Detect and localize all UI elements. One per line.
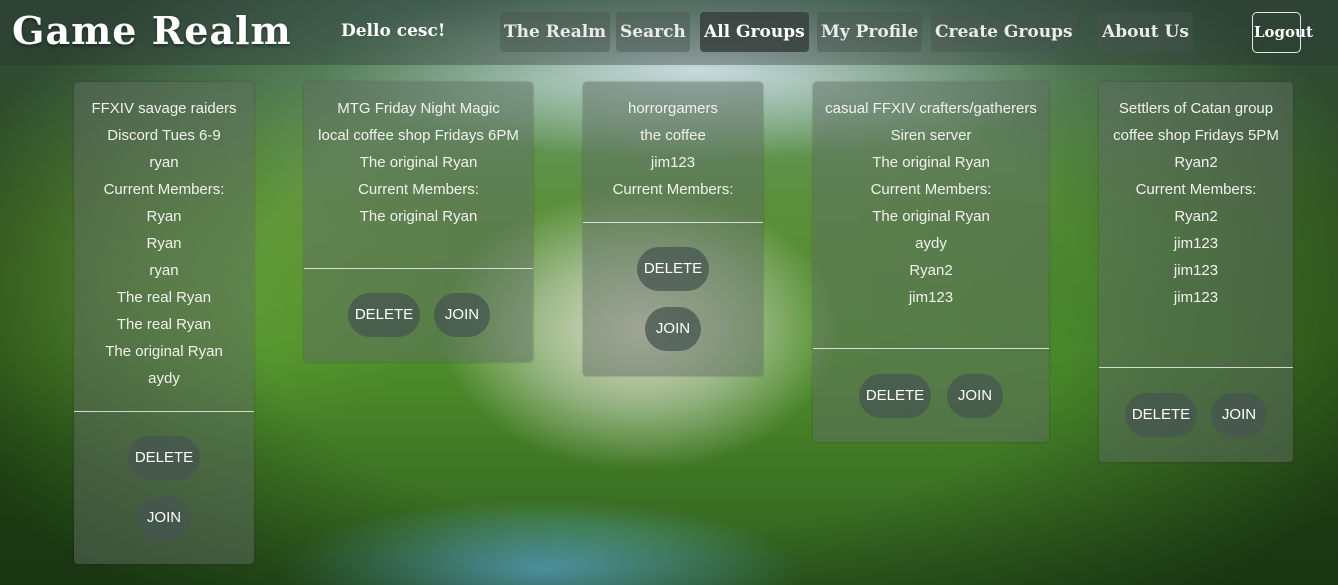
- group-owner: Ryan2: [1174, 154, 1218, 171]
- group-details: MTG Friday Night Magic local coffee shop…: [304, 82, 533, 268]
- nav-the-realm[interactable]: The Realm: [500, 12, 611, 52]
- member-name: aydy: [915, 235, 947, 252]
- group-owner: ryan: [149, 154, 179, 171]
- group-owner: jim123: [650, 154, 696, 171]
- join-button[interactable]: JOIN: [645, 307, 701, 351]
- nav-search[interactable]: Search: [616, 12, 690, 52]
- member-name: jim123: [1173, 235, 1219, 252]
- group-details: Settlers of Catan group coffee shop Frid…: [1099, 82, 1293, 367]
- group-location: the coffee: [640, 127, 706, 144]
- divider: [583, 222, 763, 223]
- group-card: FFXIV savage raiders Discord Tues 6-9 ry…: [74, 82, 254, 564]
- member-name: The real Ryan: [116, 289, 212, 306]
- join-button[interactable]: JOIN: [137, 496, 191, 540]
- group-location: coffee shop Fridays 5PM: [1113, 127, 1279, 144]
- delete-button[interactable]: DELETE: [637, 247, 709, 291]
- group-card: horrorgamers the coffee jim123 Current M…: [583, 82, 763, 376]
- group-owner: The original Ryan: [872, 154, 990, 171]
- member-name: The original Ryan: [872, 208, 990, 225]
- delete-button[interactable]: DELETE: [128, 436, 200, 480]
- group-name: Settlers of Catan group: [1118, 100, 1274, 117]
- join-button[interactable]: JOIN: [1211, 393, 1267, 437]
- members-heading: Current Members:: [1135, 181, 1257, 198]
- group-name: MTG Friday Night Magic: [337, 100, 500, 117]
- group-card: MTG Friday Night Magic local coffee shop…: [304, 82, 533, 362]
- group-location: Siren server: [890, 127, 972, 144]
- group-card: Settlers of Catan group coffee shop Frid…: [1099, 82, 1293, 462]
- divider: [813, 348, 1049, 349]
- members-heading: Current Members:: [870, 181, 992, 198]
- members-heading: Current Members:: [612, 181, 734, 198]
- delete-button[interactable]: DELETE: [348, 293, 420, 337]
- group-details: FFXIV savage raiders Discord Tues 6-9 ry…: [74, 82, 254, 411]
- member-name: Ryan: [146, 208, 182, 225]
- group-details: horrorgamers the coffee jim123 Current M…: [583, 82, 763, 222]
- member-name: aydy: [148, 370, 180, 387]
- member-name: The original Ryan: [105, 343, 223, 360]
- member-name: Ryan2: [909, 262, 953, 279]
- nav-all-groups[interactable]: All Groups: [700, 12, 809, 52]
- join-button[interactable]: JOIN: [947, 374, 1003, 418]
- member-name: Ryan2: [1174, 208, 1218, 225]
- member-name: The original Ryan: [359, 208, 478, 225]
- member-name: The real Ryan: [116, 316, 212, 333]
- member-name: jim123: [1173, 262, 1219, 279]
- group-location: Discord Tues 6-9: [107, 127, 221, 144]
- site-logo[interactable]: Game Realm: [12, 8, 292, 53]
- delete-button[interactable]: DELETE: [1125, 393, 1197, 437]
- join-button[interactable]: JOIN: [434, 293, 490, 337]
- nav-create-groups[interactable]: Create Groups: [931, 12, 1077, 52]
- nav-my-profile[interactable]: My Profile: [817, 12, 923, 52]
- user-greeting: Dello cesc!: [341, 21, 446, 41]
- divider: [304, 268, 533, 269]
- members-heading: Current Members:: [358, 181, 479, 198]
- divider: [74, 411, 254, 412]
- divider: [1099, 367, 1293, 368]
- group-name: FFXIV savage raiders: [91, 100, 237, 117]
- group-location: local coffee shop Fridays 6PM: [318, 127, 519, 144]
- group-name: horrorgamers: [627, 100, 719, 117]
- group-card: casual FFXIV crafters/gatherers Siren se…: [813, 82, 1049, 442]
- member-name: jim123: [1173, 289, 1219, 306]
- group-owner: The original Ryan: [359, 154, 478, 171]
- delete-button[interactable]: DELETE: [859, 374, 931, 418]
- logout-button[interactable]: Logout: [1252, 12, 1313, 53]
- member-name: jim123: [908, 289, 954, 306]
- member-name: ryan: [149, 262, 179, 279]
- nav-about-us[interactable]: About Us: [1098, 12, 1193, 52]
- group-details: casual FFXIV crafters/gatherers Siren se…: [813, 82, 1049, 348]
- group-name: casual FFXIV crafters/gatherers: [825, 100, 1037, 117]
- top-navbar: Game Realm Dello cesc! The Realm Search …: [0, 0, 1338, 65]
- members-heading: Current Members:: [103, 181, 225, 198]
- member-name: Ryan: [146, 235, 182, 252]
